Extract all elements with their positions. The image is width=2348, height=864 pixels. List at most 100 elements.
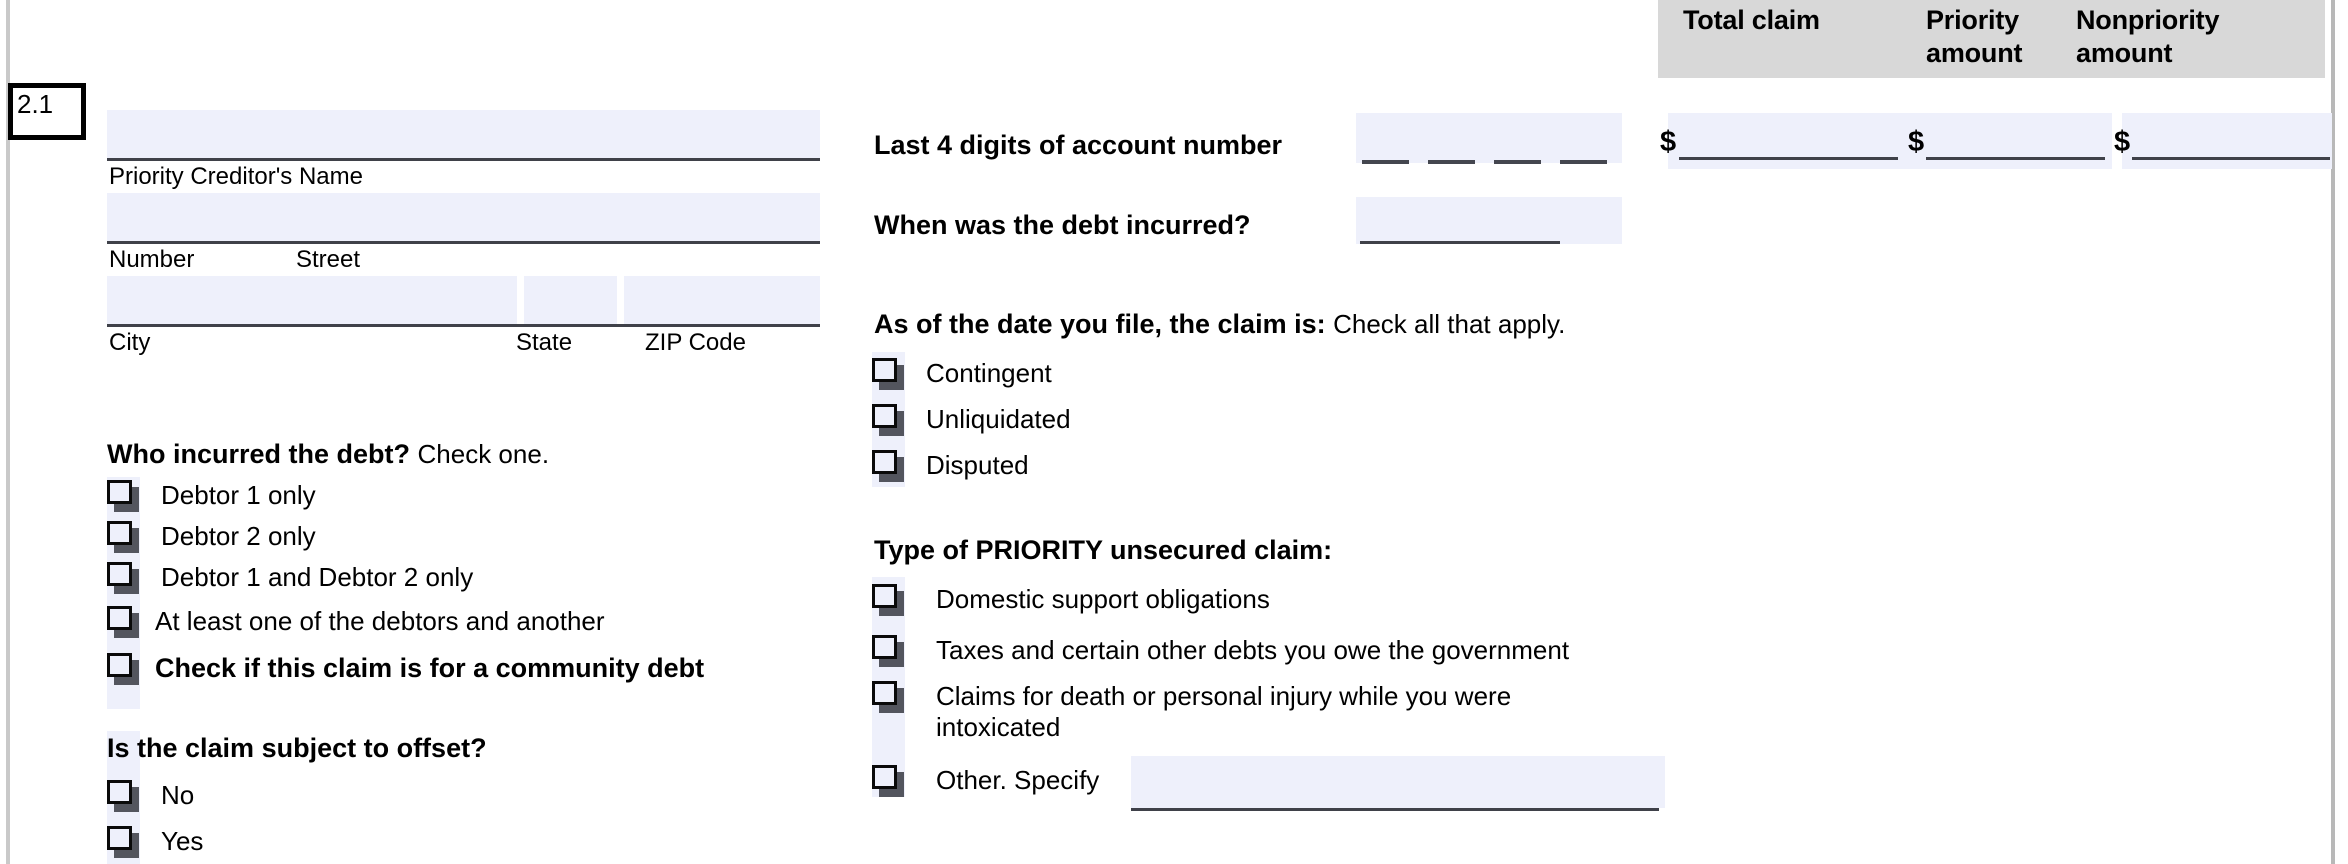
who-incurred-heading: Who incurred the debt? Check one. xyxy=(107,441,549,468)
who-incurred-option-debtor1[interactable]: Debtor 1 only xyxy=(107,480,316,512)
priority-creditor-name-rule xyxy=(107,158,820,161)
who-incurred-option-label: At least one of the debtors and another xyxy=(155,606,605,636)
checkbox-box[interactable] xyxy=(872,635,901,663)
who-incurred-option-at-least-one-and-another[interactable]: At least one of the debtors and another xyxy=(107,606,605,638)
last4-account-digit-blanks xyxy=(1362,160,1607,164)
nonpriority-amount-currency-symbol: $ xyxy=(2114,126,2131,158)
checkbox-icon[interactable] xyxy=(107,521,139,553)
checkbox-icon[interactable] xyxy=(872,681,904,713)
checkbox-box[interactable] xyxy=(872,765,901,793)
entry-number-label: 2.1 xyxy=(17,89,54,119)
priority-amount-money-group: $ xyxy=(1908,128,1924,157)
checkbox-icon[interactable] xyxy=(107,653,139,685)
creditor-street-caption-street: Street xyxy=(296,246,361,273)
priority-type-option-taxes[interactable]: Taxes and certain other debts you owe th… xyxy=(872,635,1569,667)
checkbox-box[interactable] xyxy=(107,480,136,508)
claim-status-heading: As of the date you file, the claim is: C… xyxy=(874,311,1565,338)
creditor-city-caption: City xyxy=(109,329,151,356)
priority-amount-rule xyxy=(1926,157,2105,160)
who-incurred-option-debtor2[interactable]: Debtor 2 only xyxy=(107,521,316,553)
checkbox-icon[interactable] xyxy=(107,606,139,638)
checkbox-box[interactable] xyxy=(107,780,136,808)
checkbox-icon[interactable] xyxy=(872,450,904,482)
digit-blank-4[interactable] xyxy=(1560,160,1607,164)
who-incurred-option-label: Debtor 2 only xyxy=(161,521,316,551)
column-header-nonpriority-amount-line2: amount xyxy=(2076,38,2173,69)
priority-amount-input[interactable] xyxy=(1916,113,2112,169)
priority-type-option-domestic-support[interactable]: Domestic support obligations xyxy=(872,584,1270,616)
debt-incurred-input[interactable] xyxy=(1356,197,1622,244)
checkbox-icon[interactable] xyxy=(107,562,139,594)
checkbox-box[interactable] xyxy=(872,358,901,386)
priority-type-option-label: Taxes and certain other debts you owe th… xyxy=(936,635,1570,665)
offset-option-label: No xyxy=(161,780,195,810)
community-debt-checkbox-row[interactable]: Check if this claim is for a community d… xyxy=(107,653,704,685)
last4-account-input[interactable] xyxy=(1356,113,1622,163)
checkbox-box[interactable] xyxy=(107,562,136,590)
checkbox-icon[interactable] xyxy=(872,635,904,667)
claim-status-heading-note: Check all that apply. xyxy=(1333,309,1566,339)
checkbox-icon[interactable] xyxy=(107,780,139,812)
checkbox-box[interactable] xyxy=(107,606,136,634)
digit-blank-1[interactable] xyxy=(1362,160,1409,164)
priority-type-option-other[interactable]: Other. Specify xyxy=(872,765,1099,797)
amounts-column-header: Total claim Priority amount Nonpriority … xyxy=(1658,0,2325,78)
column-header-total-claim-label: Total claim xyxy=(1683,5,1820,35)
creditor-city-state-zip-rule xyxy=(107,324,820,327)
creditor-street-input[interactable] xyxy=(107,193,820,241)
claim-status-heading-bold: As of the date you file, the claim is: xyxy=(874,309,1326,339)
total-claim-money-group: $ xyxy=(1660,128,1676,157)
creditor-street-rule xyxy=(107,241,820,244)
total-claim-input[interactable] xyxy=(1668,113,1921,169)
checkbox-box[interactable] xyxy=(107,653,136,681)
creditor-zip-caption: ZIP Code xyxy=(645,329,746,356)
digit-blank-2[interactable] xyxy=(1428,160,1475,164)
priority-type-option-label: Domestic support obligations xyxy=(936,584,1270,614)
offset-option-yes[interactable]: Yes xyxy=(107,826,203,858)
creditor-city-input[interactable] xyxy=(107,276,517,324)
checkbox-box[interactable] xyxy=(872,584,901,612)
priority-type-other-rule xyxy=(1131,808,1659,811)
debt-incurred-rule xyxy=(1360,241,1560,244)
claim-status-option-label: Unliquidated xyxy=(926,404,1071,434)
priority-type-option-intoxicated[interactable]: Claims for death or personal injury whil… xyxy=(872,681,1632,742)
checkbox-box[interactable] xyxy=(107,826,136,854)
who-incurred-option-label: Debtor 1 only xyxy=(161,480,316,510)
column-header-nonpriority-amount: Nonpriority amount xyxy=(2076,4,2306,71)
nonpriority-amount-input[interactable] xyxy=(2122,113,2332,169)
debt-incurred-label: When was the debt incurred? xyxy=(874,210,1251,240)
checkbox-box[interactable] xyxy=(107,521,136,549)
claim-status-option-unliquidated[interactable]: Unliquidated xyxy=(872,404,1071,436)
claim-status-option-contingent[interactable]: Contingent xyxy=(872,358,1052,390)
last4-account-label: Last 4 digits of account number xyxy=(874,130,1283,160)
priority-type-option-label: Claims for death or personal injury whil… xyxy=(936,681,1512,742)
offset-option-no[interactable]: No xyxy=(107,780,194,812)
who-incurred-option-debtor1-and-2[interactable]: Debtor 1 and Debtor 2 only xyxy=(107,562,473,594)
checkbox-box[interactable] xyxy=(872,681,901,709)
checkbox-icon[interactable] xyxy=(872,584,904,616)
priority-creditor-name-caption: Priority Creditor's Name xyxy=(109,163,363,190)
checkbox-icon[interactable] xyxy=(107,826,139,858)
checkbox-icon[interactable] xyxy=(107,480,139,512)
priority-type-heading: Type of PRIORITY unsecured claim: xyxy=(874,535,1333,565)
column-header-priority-amount-line2: amount xyxy=(1926,38,2023,69)
claim-status-option-label: Contingent xyxy=(926,358,1052,388)
priority-type-other-input[interactable] xyxy=(1131,756,1665,808)
checkbox-box[interactable] xyxy=(872,450,901,478)
column-header-total-claim: Total claim xyxy=(1683,4,1913,37)
column-header-priority-amount: Priority amount xyxy=(1926,4,2096,71)
checkbox-icon[interactable] xyxy=(872,404,904,436)
priority-creditor-name-input[interactable] xyxy=(107,110,820,158)
claim-status-option-disputed[interactable]: Disputed xyxy=(872,450,1029,482)
creditor-state-input[interactable] xyxy=(524,276,617,324)
community-debt-label: Check if this claim is for a community d… xyxy=(155,653,705,683)
priority-type-other-label: Other. Specify xyxy=(936,765,1100,795)
checkbox-box[interactable] xyxy=(872,404,901,432)
offset-option-label: Yes xyxy=(161,826,204,856)
claim-status-option-label: Disputed xyxy=(926,450,1029,480)
creditor-zip-input[interactable] xyxy=(624,276,820,324)
nonpriority-amount-money-group: $ xyxy=(2114,128,2130,157)
checkbox-icon[interactable] xyxy=(872,765,904,797)
digit-blank-3[interactable] xyxy=(1494,160,1541,164)
checkbox-icon[interactable] xyxy=(872,358,904,390)
